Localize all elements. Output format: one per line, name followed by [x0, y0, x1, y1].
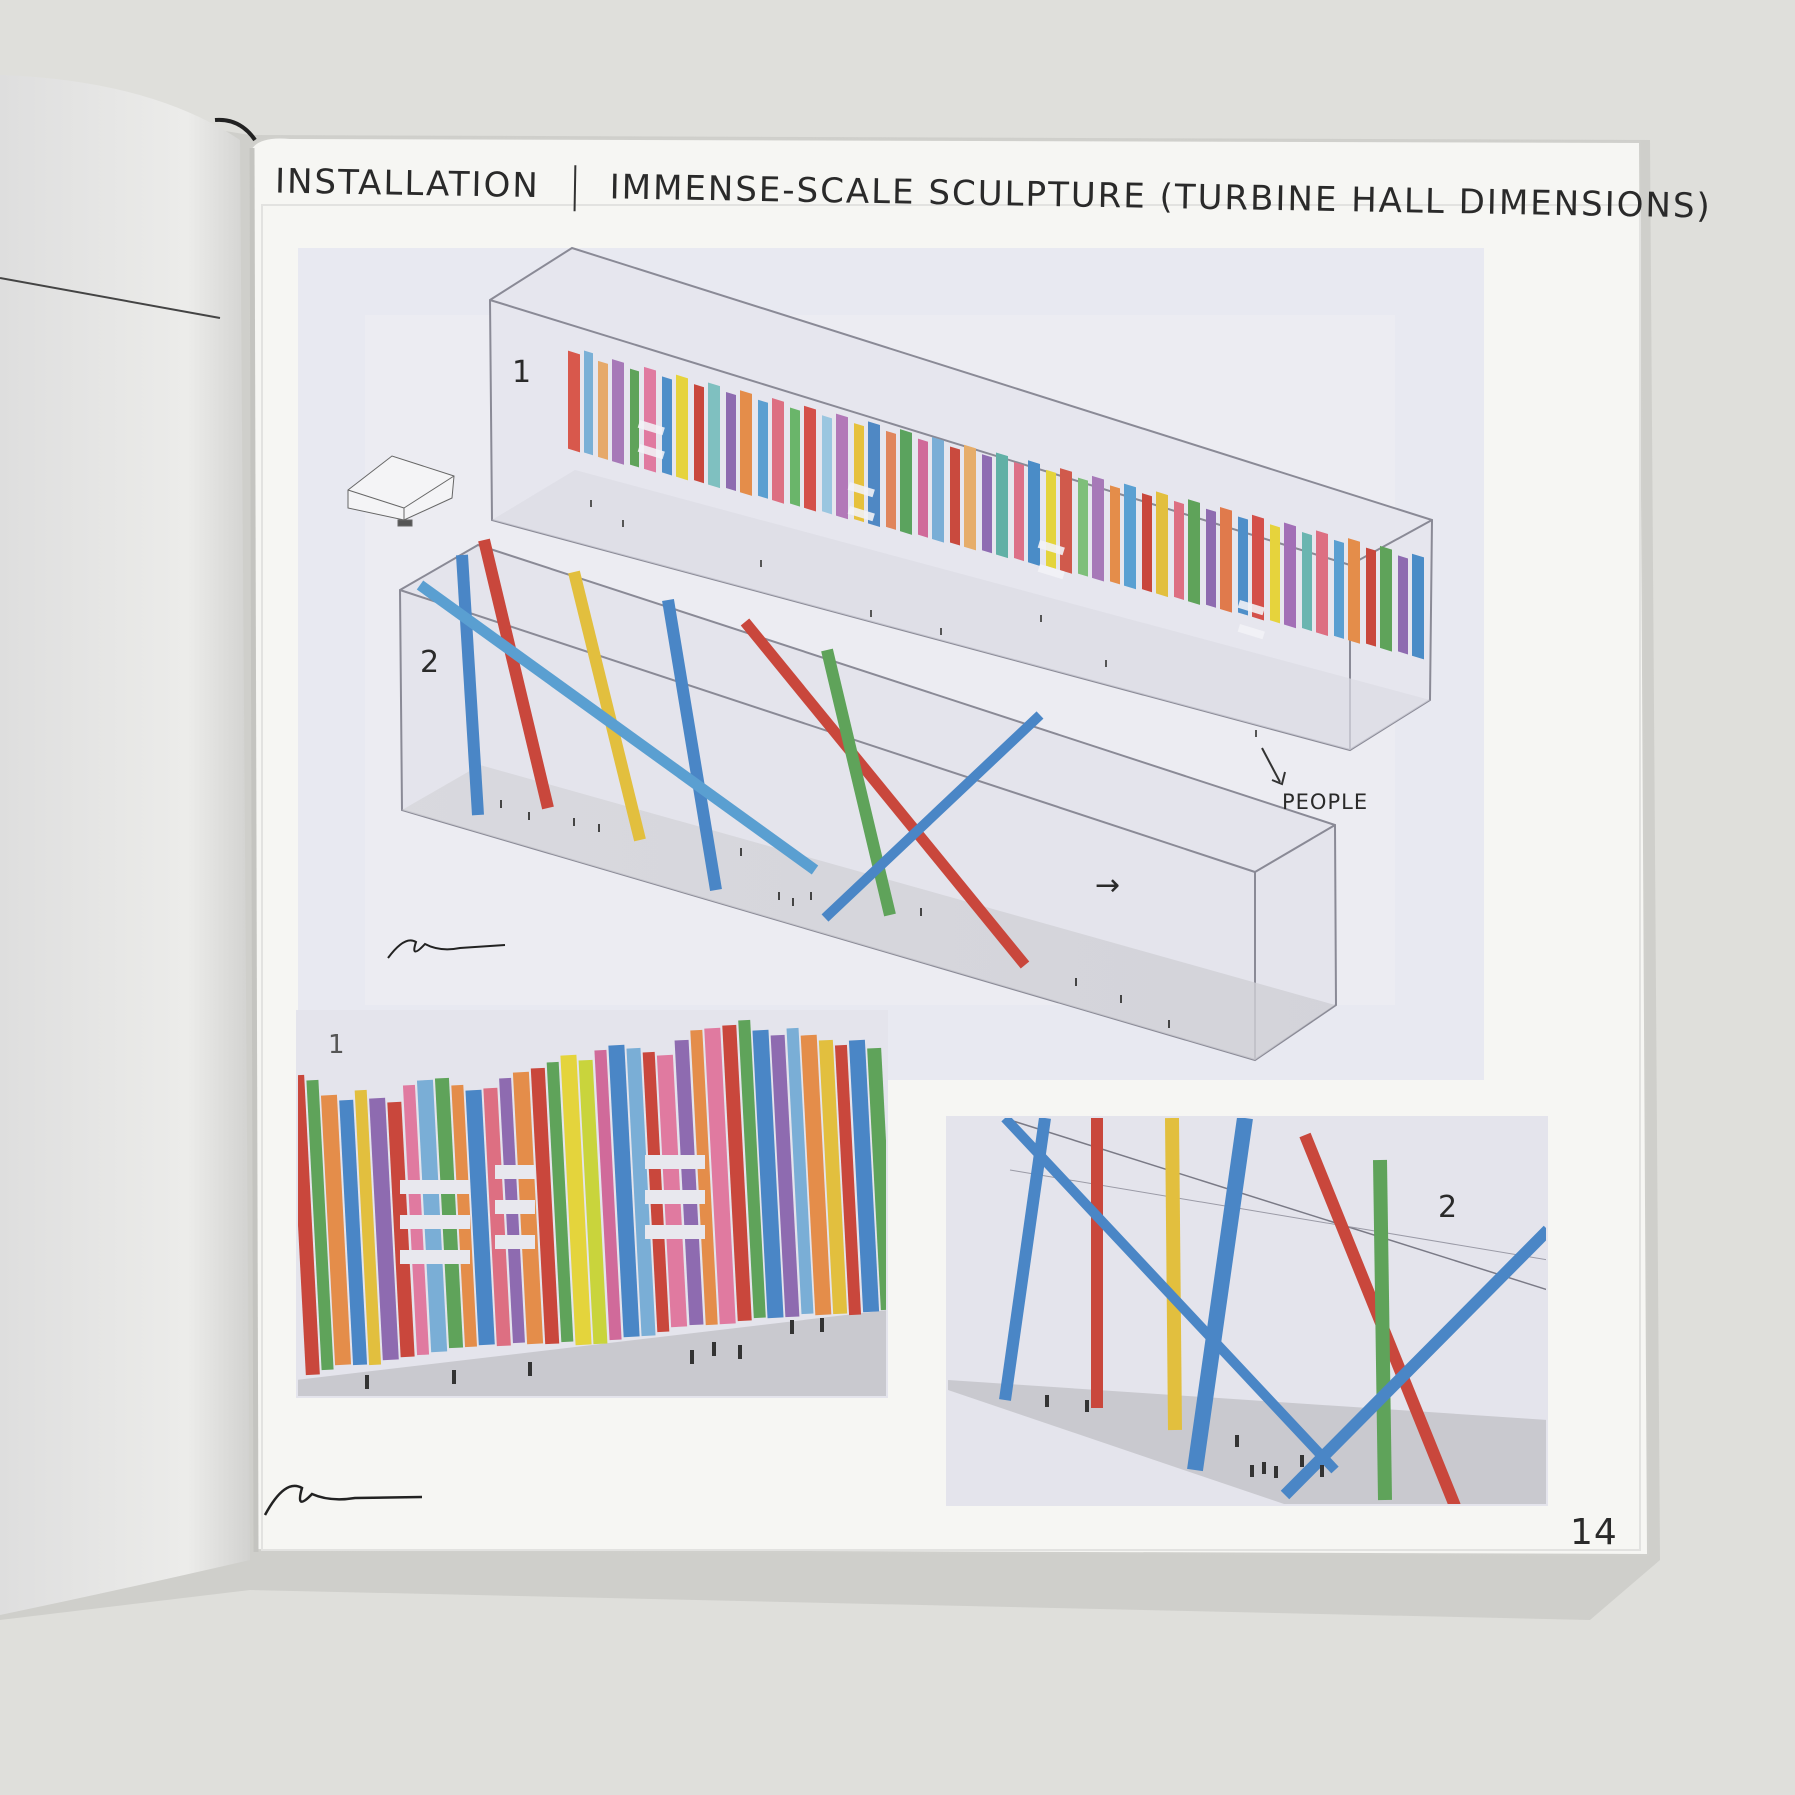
- direction-arrow-icon: →: [1095, 868, 1124, 903]
- title-left: INSTALLATION: [274, 161, 541, 207]
- photo-right: [946, 1116, 1548, 1506]
- left-page: [0, 75, 250, 1615]
- hall-1-label: 1: [512, 355, 535, 390]
- main-print: [298, 246, 1484, 1080]
- sketchbook-drawing: [0, 75, 1660, 1620]
- photo-right-label: 2: [1438, 1190, 1461, 1225]
- title-separator: [573, 165, 577, 212]
- photo-left: [296, 1010, 888, 1398]
- photo-left-label: 1: [328, 1030, 348, 1060]
- people-annotation: PEOPLE: [1282, 790, 1369, 814]
- sketchbook-scene: INSTALLATION IMMENSE-SCALE SCULPTURE (TUR…: [0, 0, 1795, 1795]
- page-number: 14: [1570, 1512, 1618, 1553]
- hall-2-label: 2: [420, 645, 443, 680]
